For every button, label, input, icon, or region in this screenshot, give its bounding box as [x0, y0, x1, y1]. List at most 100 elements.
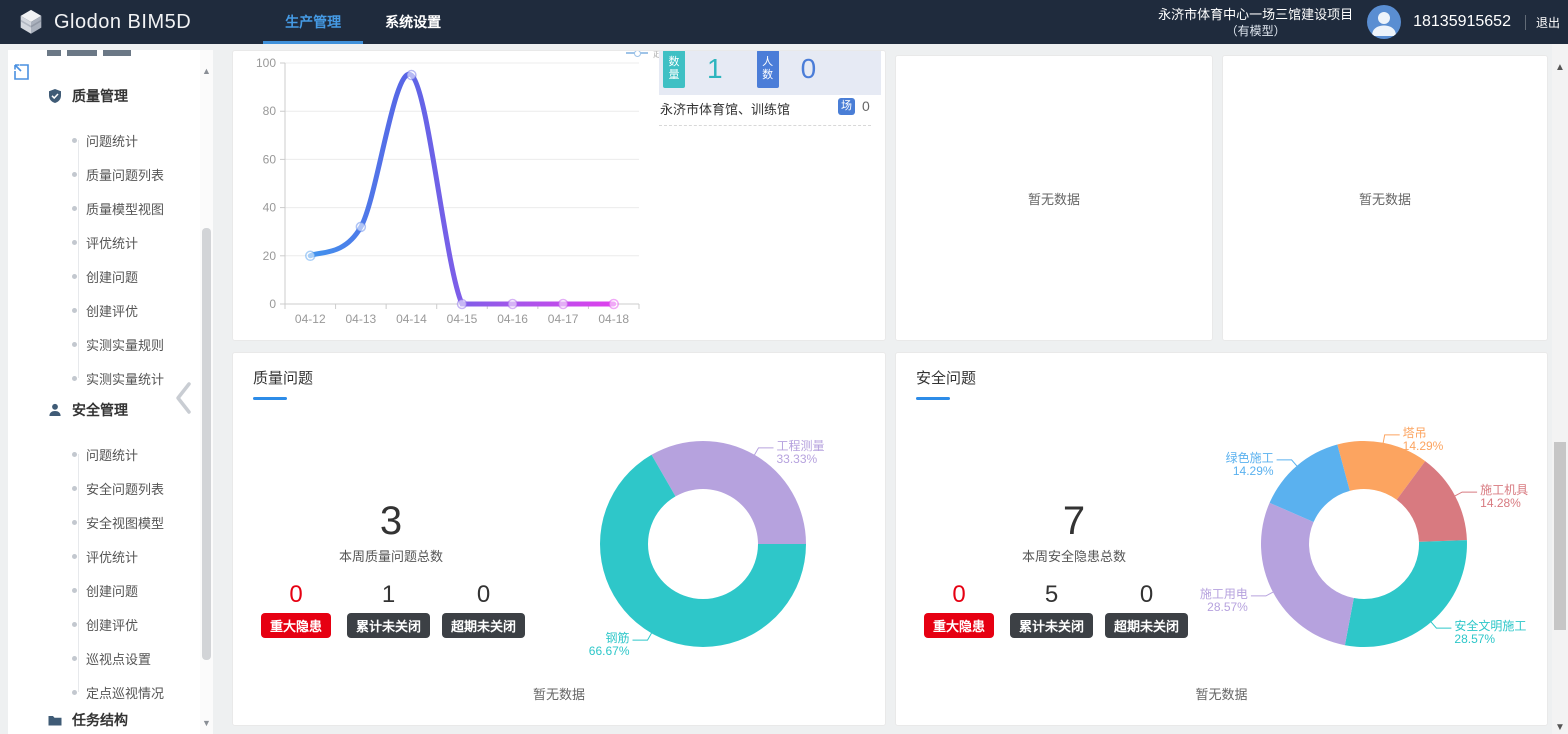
empty-data-card-2: 暂无数据 — [1222, 55, 1548, 341]
tab-settings[interactable]: 系统设置 — [363, 0, 463, 44]
stat-unclosed-total: 5 累计未关闭 — [1010, 581, 1093, 638]
svg-text:04-15: 04-15 — [447, 312, 478, 326]
donut-segment-施工用电[interactable] — [1261, 503, 1354, 645]
sidebar-item-label: 问题统计 — [86, 131, 138, 150]
sidebar-item-safety-create-issue[interactable]: 创建问题 — [72, 580, 138, 600]
sidebar-item-quality-issue-list[interactable]: 质量问题列表 — [72, 164, 164, 184]
quality-stat-row: 0 重大隐患 1 累计未关闭 0 超期未关闭 — [257, 581, 525, 638]
stat-overdue-unclosed: 0 超期未关闭 — [1105, 581, 1188, 638]
scroll-up-icon[interactable]: ▲ — [200, 66, 213, 76]
sidebar-group-task-structure[interactable]: 任务结构 — [47, 710, 128, 730]
people-value: 0 — [801, 53, 817, 85]
project-name: 永济市体育中心一场三馆建设项目 — [1158, 6, 1353, 23]
stat-value: 0 — [920, 581, 998, 609]
sidebar-item-label: 巡视点设置 — [86, 649, 151, 668]
stat-value: 1 — [347, 581, 430, 609]
svg-text:04-13: 04-13 — [346, 312, 377, 326]
sidebar-item-measure-rules[interactable]: 实测实量规则 — [72, 334, 164, 354]
app: Glodon BIM5D 生产管理 系统设置 永济市体育中心一场三馆建设项目 （… — [0, 0, 1568, 734]
sidebar-group-label: 质量管理 — [72, 86, 128, 106]
sidebar-item-label: 评优统计 — [86, 233, 138, 252]
user-avatar-icon — [1367, 5, 1401, 39]
sidebar-item-award-stats[interactable]: 评优统计 — [72, 232, 138, 252]
sidebar-item-create-award[interactable]: 创建评优 — [72, 300, 138, 320]
tab-production[interactable]: 生产管理 — [263, 0, 363, 44]
stat-badge: 累计未关闭 — [347, 613, 430, 638]
sidebar-item-quality-model-view[interactable]: 质量模型视图 — [72, 198, 164, 218]
bullet-icon — [72, 452, 77, 457]
stat-value: 0 — [442, 581, 525, 609]
sidebar-item-label: 定点巡视情况 — [86, 683, 164, 702]
user-phone: 18135915652 — [1413, 13, 1511, 31]
empty-data-card-1: 暂无数据 — [895, 55, 1213, 341]
site-value: 0 — [862, 98, 870, 114]
svg-text:33.33%: 33.33% — [776, 452, 817, 466]
site-type-badge: 场 — [838, 98, 855, 115]
sidebar-item-label: 问题统计 — [86, 445, 138, 464]
sidebar-item-safety-model-view[interactable]: 安全视图模型 — [72, 512, 164, 532]
svg-text:04-16: 04-16 — [497, 312, 528, 326]
stat-unclosed-total: 1 累计未关闭 — [347, 581, 430, 638]
shield-check-icon — [47, 88, 63, 104]
user-icon — [47, 402, 63, 418]
svg-text:20: 20 — [263, 249, 277, 263]
brand: Glodon BIM5D — [16, 7, 191, 37]
bullet-icon — [72, 520, 77, 525]
svg-text:04-18: 04-18 — [598, 312, 629, 326]
sidebar-item-label: 质量问题列表 — [86, 165, 164, 184]
site-row[interactable]: 永济市体育馆、训练馆 场 0 — [660, 97, 876, 117]
sidebar-item-fixed-patrol-status[interactable]: 定点巡视情况 — [72, 682, 164, 702]
scroll-down-icon[interactable]: ▼ — [200, 718, 213, 728]
avatar[interactable] — [1367, 5, 1401, 39]
main-scrollbar-thumb[interactable] — [1554, 442, 1566, 630]
main-scrollbar[interactable]: ▲ ▼ — [1552, 44, 1568, 734]
quality-donut-chart: 工程测量33.33%钢筋66.67% — [563, 393, 886, 703]
sidebar-scrollbar-thumb[interactable] — [202, 228, 211, 660]
svg-text:04-17: 04-17 — [548, 312, 579, 326]
sidebar-item-issue-stats[interactable]: 问题统计 — [72, 130, 138, 150]
sidebar-collapse-chevron-icon[interactable] — [172, 378, 196, 418]
donut-segment-安全文明施工[interactable] — [1345, 540, 1467, 647]
bullet-icon — [72, 622, 77, 627]
sidebar-item-safety-create-award[interactable]: 创建评优 — [72, 614, 138, 634]
svg-text:66.67%: 66.67% — [589, 644, 630, 658]
bullet-icon — [72, 240, 77, 245]
stat-overdue-unclosed: 0 超期未关闭 — [442, 581, 525, 638]
nav-divider — [1525, 15, 1526, 30]
sidebar-scrollbar[interactable]: ▲ ▼ — [200, 50, 213, 734]
sidebar-group-label: 任务结构 — [72, 710, 128, 730]
sidebar-item-label: 创建问题 — [86, 581, 138, 600]
sidebar-item-measure-stats[interactable]: 实测实量统计 — [72, 368, 164, 388]
sidebar-item-safety-award-stats[interactable]: 评优统计 — [72, 546, 138, 566]
bullet-icon — [72, 690, 77, 695]
svg-text:28.57%: 28.57% — [1207, 600, 1248, 614]
panel-title: 质量问题 — [253, 367, 313, 388]
sidebar-item-label: 实测实量规则 — [86, 335, 164, 354]
sidebar-group-label: 安全管理 — [72, 400, 128, 420]
sidebar-item-label: 实测实量统计 — [86, 369, 164, 388]
safety-total: 7 — [1008, 498, 1140, 544]
bullet-icon — [72, 308, 77, 313]
sidebar-item-label: 评优统计 — [86, 547, 138, 566]
stat-value: 0 — [1105, 581, 1188, 609]
stat-major-hazard: 0 重大隐患 — [257, 581, 335, 638]
scroll-up-icon[interactable]: ▲ — [1552, 62, 1568, 73]
bullet-icon — [72, 172, 77, 177]
logout-button[interactable]: 退出 — [1536, 14, 1560, 31]
sidebar-item-patrol-point-setup[interactable]: 巡视点设置 — [72, 648, 151, 668]
navbar-right: 永济市体育中心一场三馆建设项目 （有模型） 18135915652 退出 — [1158, 5, 1568, 39]
stat-value: 5 — [1010, 581, 1093, 609]
svg-text:04-14: 04-14 — [396, 312, 427, 326]
svg-text:14.29%: 14.29% — [1403, 439, 1444, 453]
svg-text:60: 60 — [263, 152, 277, 166]
svg-text:钢筋: 钢筋 — [605, 630, 629, 645]
title-underline — [253, 397, 287, 400]
sidebar-item-create-issue[interactable]: 创建问题 — [72, 266, 138, 286]
sidebar-item-safety-issue-list[interactable]: 安全问题列表 — [72, 478, 164, 498]
sidebar-item-safety-issue-stats[interactable]: 问题统计 — [72, 444, 138, 464]
scroll-down-icon[interactable]: ▼ — [1552, 722, 1568, 733]
stat-badge: 重大隐患 — [261, 613, 331, 638]
sidebar-group-quality[interactable]: 质量管理 — [47, 86, 128, 106]
sidebar-group-safety[interactable]: 安全管理 — [47, 400, 128, 420]
count-value: 1 — [707, 53, 723, 85]
